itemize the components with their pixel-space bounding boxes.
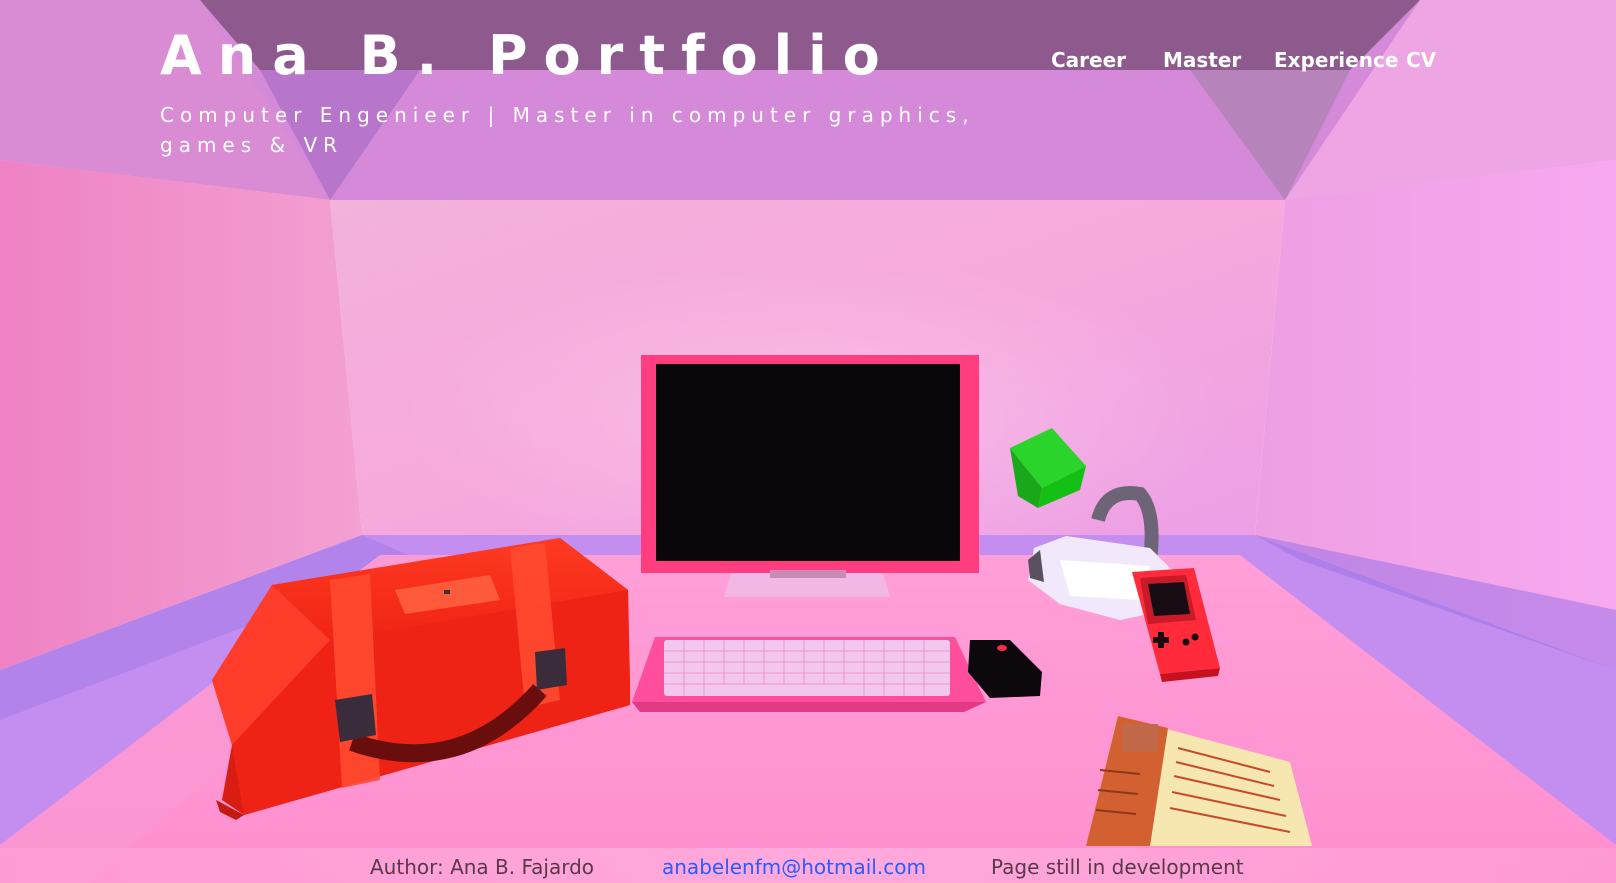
nav-link-master[interactable]: Master [1163,48,1241,72]
nav-link-cv[interactable]: CV [1406,48,1436,72]
site-subtitle: Computer Engenieer | Master in computer … [160,103,975,157]
footer-status: Page still in development [991,855,1244,879]
keyboard-object [632,637,986,712]
monitor-object [641,355,979,597]
site-title: Ana B. Portfolio [160,24,896,87]
header: Ana B. Portfolio Computer Engenieer | Ma… [0,0,1616,170]
nav-link-career[interactable]: Career [1051,48,1126,72]
footer: Author: Ana B. Fajardo anabelenfm@hotmai… [0,848,1616,883]
nav-link-experience[interactable]: Experience [1274,48,1398,72]
footer-author: Author: Ana B. Fajardo [370,855,595,879]
footer-email-link[interactable]: anabelenfm@hotmail.com [662,855,926,879]
